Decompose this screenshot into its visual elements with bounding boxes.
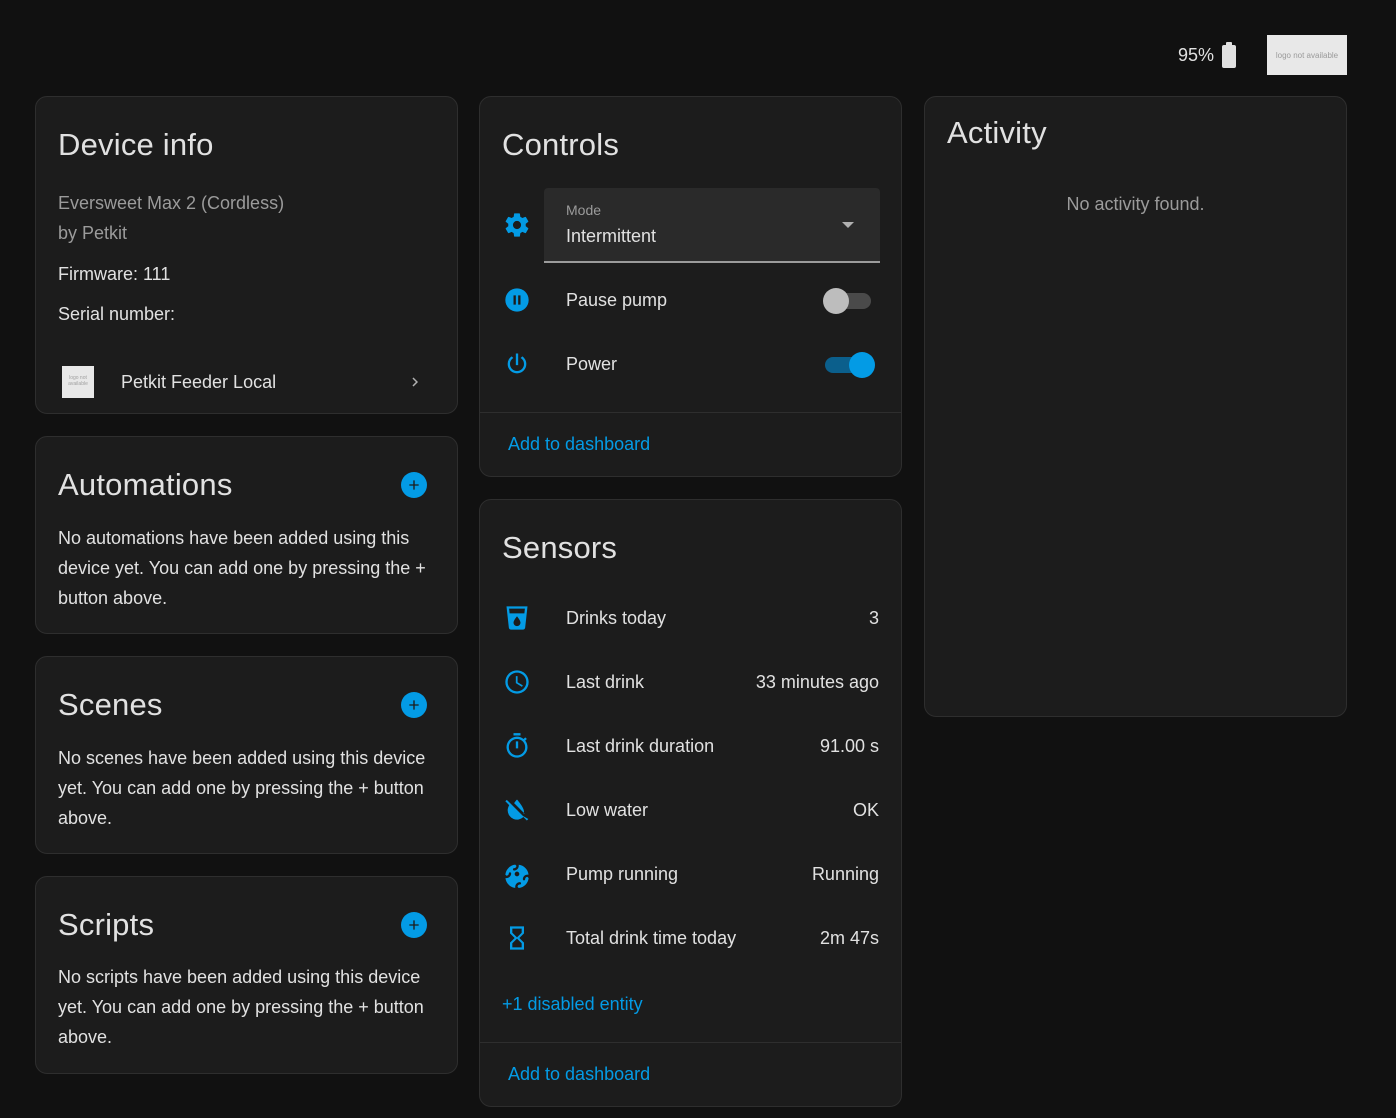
brand-logo: logo not available xyxy=(1267,35,1347,75)
mode-select-value: Intermittent xyxy=(566,226,657,246)
activity-title: Activity xyxy=(947,115,1047,150)
controls-card: Controls Mode Intermittent Pause pump Po… xyxy=(479,96,902,477)
scenes-title: Scenes xyxy=(58,687,163,722)
mode-select-label: Mode xyxy=(566,202,602,218)
controls-title: Controls xyxy=(502,127,620,162)
integration-link[interactable]: logo not available Petkit Feeder Local xyxy=(36,359,457,405)
mode-select[interactable]: Mode Intermittent xyxy=(544,188,880,263)
hourglass-icon xyxy=(502,923,532,953)
sensor-label: Last drink duration xyxy=(566,735,715,756)
cup-water-icon xyxy=(502,603,532,633)
scenes-empty-message: No scenes have been added using this dev… xyxy=(58,748,426,828)
plus-icon xyxy=(409,920,419,930)
sensor-row-low-water[interactable]: Low water OK xyxy=(502,790,879,830)
sensor-value: 91.00 s xyxy=(819,735,879,756)
power-row: Power xyxy=(502,344,879,384)
battery-percentage: 95% xyxy=(1177,44,1214,65)
top-bar: 95% logo not available xyxy=(1178,35,1347,75)
pause-pump-label: Pause pump xyxy=(566,289,668,310)
sensor-label: Last drink xyxy=(566,671,645,692)
sensors-card: Sensors Drinks today 3 Last drink 33 min… xyxy=(479,499,902,1107)
scenes-card: Scenes No scenes have been added using t… xyxy=(35,656,458,854)
sensors-divider xyxy=(480,1042,901,1043)
sensor-row-drinks-today[interactable]: Drinks today 3 xyxy=(502,598,879,638)
power-label: Power xyxy=(566,353,618,374)
plus-icon xyxy=(409,480,419,490)
pump-icon xyxy=(502,859,532,889)
pause-circle-icon xyxy=(502,285,532,315)
automations-title: Automations xyxy=(58,467,233,502)
automations-card: Automations No automations have been add… xyxy=(35,436,458,634)
sensor-value: 2m 47s xyxy=(819,927,879,948)
pause-pump-toggle[interactable] xyxy=(823,287,873,314)
sensor-row-last-drink[interactable]: Last drink 33 minutes ago xyxy=(502,662,879,702)
device-model: Eversweet Max 2 (Cordless) xyxy=(58,193,285,213)
sensor-value: OK xyxy=(852,799,879,820)
integration-name: Petkit Feeder Local xyxy=(121,372,277,392)
add-script-button[interactable] xyxy=(401,912,427,938)
sensors-title: Sensors xyxy=(502,530,618,565)
scripts-card: Scripts No scripts have been added using… xyxy=(35,876,458,1074)
device-serial: Serial number: xyxy=(58,304,176,324)
add-scene-button[interactable] xyxy=(401,692,427,718)
sensor-label: Low water xyxy=(566,799,649,820)
water-off-icon xyxy=(502,795,532,825)
pause-pump-row: Pause pump xyxy=(502,280,879,320)
scripts-title: Scripts xyxy=(58,907,155,942)
sensor-label: Total drink time today xyxy=(566,927,737,948)
cog-icon xyxy=(502,210,532,240)
sensor-row-total-drink-time[interactable]: Total drink time today 2m 47s xyxy=(502,918,879,958)
power-toggle[interactable] xyxy=(823,351,875,378)
sensor-value: Running xyxy=(811,863,879,884)
sensor-value: 3 xyxy=(868,607,879,628)
integration-logo: logo not available xyxy=(62,366,94,398)
sensor-row-last-drink-duration[interactable]: Last drink duration 91.00 s xyxy=(502,726,879,766)
device-firmware: Firmware: 111 xyxy=(58,264,171,284)
controls-divider xyxy=(480,412,901,413)
automations-empty-message: No automations have been added using thi… xyxy=(58,528,426,608)
scripts-empty-message: No scripts have been added using this de… xyxy=(58,967,424,1047)
device-info-title: Device info xyxy=(58,127,214,162)
disabled-entities-link[interactable]: +1 disabled entity xyxy=(502,994,643,1015)
device-manufacturer: by Petkit xyxy=(58,223,128,243)
dropdown-caret-icon xyxy=(842,222,854,228)
controls-add-to-dashboard-link[interactable]: Add to dashboard xyxy=(508,434,650,455)
battery-icon xyxy=(1222,42,1236,68)
power-icon xyxy=(502,349,532,379)
device-info-card: Device info Eversweet Max 2 (Cordless) b… xyxy=(35,96,458,414)
sensor-label: Pump running xyxy=(566,863,679,884)
clock-icon xyxy=(502,667,532,697)
timer-icon xyxy=(502,731,532,761)
sensor-value: 33 minutes ago xyxy=(755,671,879,692)
sensor-row-pump-running[interactable]: Pump running Running xyxy=(502,854,879,894)
chevron-right-icon xyxy=(412,377,418,387)
sensors-add-to-dashboard-link[interactable]: Add to dashboard xyxy=(508,1064,650,1085)
sensor-label: Drinks today xyxy=(566,607,667,628)
plus-icon xyxy=(409,700,419,710)
activity-card: Activity No activity found. xyxy=(924,96,1347,717)
add-automation-button[interactable] xyxy=(401,472,427,498)
activity-empty-message: No activity found. xyxy=(1066,194,1205,214)
